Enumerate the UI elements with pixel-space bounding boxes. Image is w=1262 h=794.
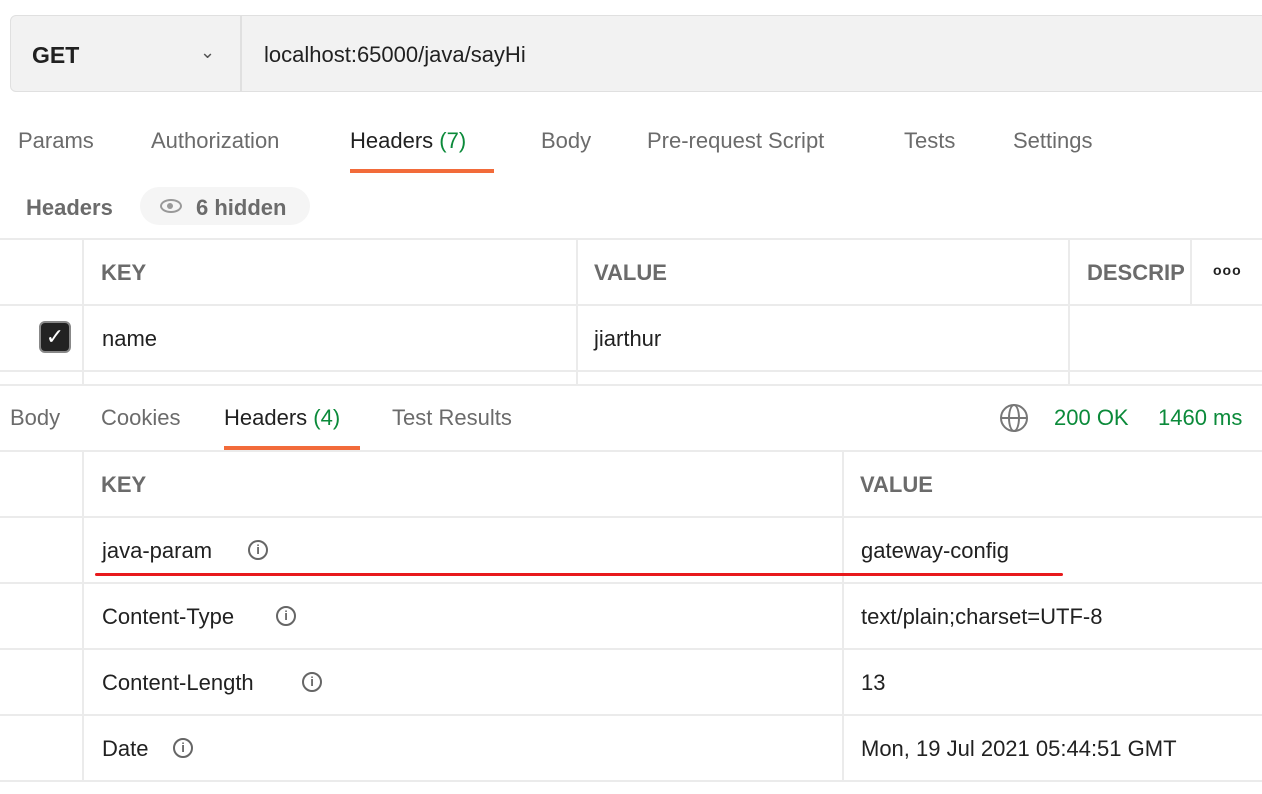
divider bbox=[0, 370, 1262, 372]
response-header-key: java-param bbox=[102, 538, 213, 563]
tab-headers[interactable]: Headers (7) bbox=[350, 128, 466, 154]
divider bbox=[0, 304, 1262, 306]
tab-count: (4) bbox=[313, 405, 341, 430]
response-tab-test-results[interactable]: Test Results bbox=[392, 405, 512, 431]
response-header-value: text/plain;charset=UTF-8 bbox=[861, 604, 1103, 629]
response-header-key: Content-Type bbox=[102, 604, 235, 629]
status-code[interactable]: 200 OK bbox=[1054, 405, 1129, 431]
column-header-value: VALUE bbox=[860, 472, 933, 497]
response-tab-headers[interactable]: Headers (4) bbox=[224, 405, 340, 431]
divider bbox=[240, 15, 242, 92]
tab-body[interactable]: Body bbox=[541, 128, 591, 154]
divider bbox=[0, 714, 1262, 716]
response-time[interactable]: 1460 ms bbox=[1158, 405, 1242, 431]
divider bbox=[0, 384, 1262, 386]
divider bbox=[1190, 238, 1192, 304]
divider bbox=[576, 238, 578, 384]
headers-label: Headers bbox=[26, 195, 113, 220]
active-tab-indicator bbox=[350, 169, 494, 173]
chevron-down-icon[interactable]: ⌄ bbox=[200, 42, 215, 63]
info-icon[interactable]: i bbox=[248, 540, 268, 560]
divider bbox=[1068, 238, 1070, 384]
response-header-key: Date bbox=[102, 736, 149, 761]
tab-params[interactable]: Params bbox=[18, 128, 94, 154]
response-tab-cookies[interactable]: Cookies bbox=[101, 405, 180, 431]
header-key-input[interactable]: name bbox=[102, 326, 157, 352]
header-enabled-checkbox[interactable]: ✓ bbox=[39, 321, 71, 353]
tab-settings[interactable]: Settings bbox=[1013, 128, 1093, 154]
divider bbox=[0, 582, 1262, 584]
divider bbox=[82, 238, 84, 384]
url-input[interactable]: localhost:65000/java/sayHi bbox=[264, 42, 526, 68]
divider bbox=[0, 450, 1262, 452]
tab-label: Headers bbox=[350, 128, 434, 153]
response-header-key: Content-Length bbox=[102, 670, 254, 695]
divider bbox=[842, 450, 844, 782]
method-select[interactable]: GET bbox=[32, 42, 79, 69]
tab-tests[interactable]: Tests bbox=[904, 128, 955, 154]
response-header-value: Mon, 19 Jul 2021 05:44:51 GMT bbox=[861, 736, 1177, 761]
globe-icon[interactable] bbox=[1000, 404, 1028, 432]
divider bbox=[0, 238, 1262, 240]
divider bbox=[82, 450, 84, 782]
divider bbox=[0, 648, 1262, 650]
response-header-value: 13 bbox=[861, 670, 886, 695]
tab-authorization[interactable]: Authorization bbox=[151, 128, 279, 154]
hidden-count: 6 hidden bbox=[196, 195, 287, 220]
url-bar bbox=[10, 15, 1262, 92]
column-header-key: KEY bbox=[101, 260, 147, 285]
divider bbox=[0, 516, 1262, 518]
response-header-value: gateway-config bbox=[861, 538, 1009, 563]
response-tab-body[interactable]: Body bbox=[10, 405, 60, 431]
column-header-value: VALUE bbox=[594, 260, 667, 285]
tab-label: Headers bbox=[224, 405, 308, 430]
eye-icon bbox=[160, 199, 182, 213]
column-header-key: KEY bbox=[101, 472, 147, 497]
divider bbox=[0, 780, 1262, 782]
info-icon[interactable]: i bbox=[276, 606, 296, 626]
header-value-input[interactable]: jiarthur bbox=[594, 326, 661, 352]
highlight-underline bbox=[95, 573, 1063, 576]
more-options-icon[interactable]: ooo bbox=[1213, 262, 1242, 278]
tab-pre-request-script[interactable]: Pre-request Script bbox=[647, 128, 824, 154]
tab-count: (7) bbox=[439, 128, 467, 153]
column-header-description: DESCRIP bbox=[1087, 260, 1185, 285]
info-icon[interactable]: i bbox=[302, 672, 322, 692]
info-icon[interactable]: i bbox=[173, 738, 193, 758]
